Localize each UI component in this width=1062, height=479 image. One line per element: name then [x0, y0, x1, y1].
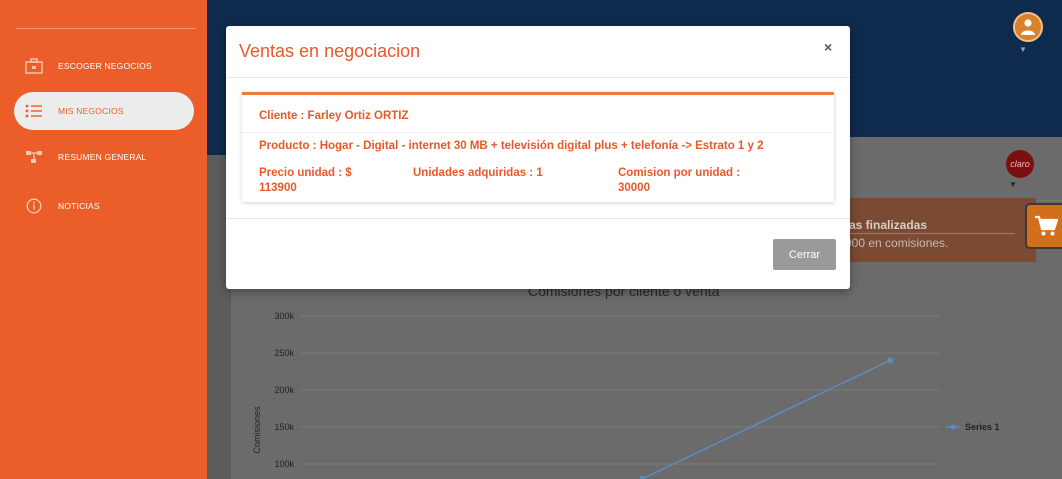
modal-footer-divider — [226, 218, 850, 219]
close-icon[interactable]: × — [824, 39, 832, 55]
unit-commission: Comision por unidad : 30000 — [618, 167, 741, 194]
card-divider — [242, 132, 834, 133]
product-description: Producto : Hogar - Digital - internet 30… — [259, 140, 764, 152]
client-name: Cliente : Farley Ortiz ORTIZ — [259, 110, 409, 122]
sales-modal: Ventas en negociacion × Cliente : Farley… — [226, 26, 850, 289]
units-acquired: Unidades adquiridas : 1 — [413, 167, 543, 179]
unit-price: Precio unidad : $ 113900 — [259, 167, 352, 194]
close-button[interactable]: Cerrar — [773, 239, 836, 270]
sale-card: Cliente : Farley Ortiz ORTIZ Producto : … — [242, 92, 834, 202]
modal-title: Ventas en negociacion — [239, 41, 421, 61]
modal-header-divider — [226, 77, 850, 78]
